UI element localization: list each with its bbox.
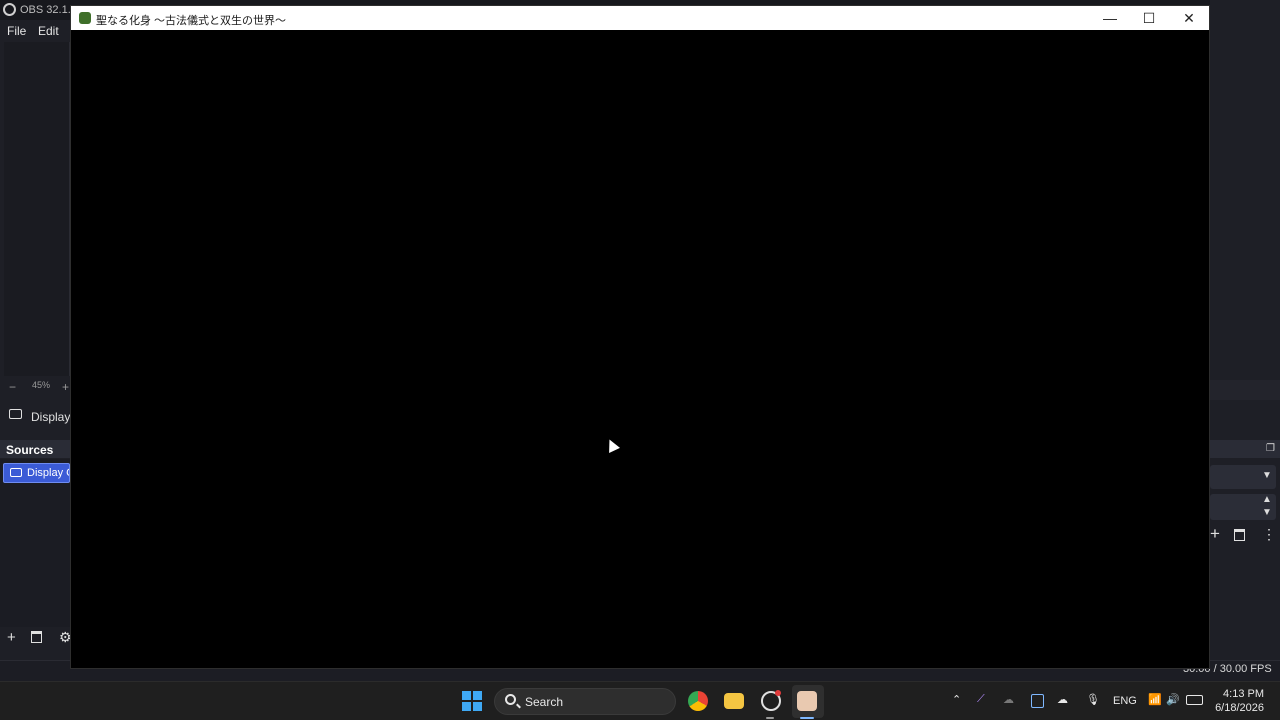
obs-right-panel: ❐ ▼ ▲ ▼ + ⋮ <box>1210 0 1280 681</box>
panel-strip <box>1210 380 1280 400</box>
chevron-up-icon[interactable]: ▲ <box>1262 494 1272 505</box>
game-window[interactable]: 聖なる化身 ～古法儀式と双生の世界～ — ☐ ✕ <box>70 5 1210 669</box>
undock-icon[interactable]: ❐ <box>1266 443 1275 454</box>
chevron-up-icon[interactable]: ⌃ <box>952 693 961 706</box>
game-taskbar-icon[interactable] <box>797 691 817 711</box>
volume-icon[interactable]: 🔊 <box>1166 693 1180 706</box>
maximize-button[interactable]: ☐ <box>1129 6 1169 30</box>
sources-dock-header: Sources <box>0 440 70 458</box>
dock-header: ❐ <box>1210 440 1280 458</box>
clock-date: 6/18/2026 <box>1215 702 1264 714</box>
source-toolbar-label[interactable]: Display <box>31 410 70 424</box>
search-label: Search <box>525 695 564 709</box>
game-title-bar[interactable]: 聖なる化身 ～古法儀式と双生の世界～ — ☐ ✕ <box>71 6 1209 30</box>
add-icon[interactable]: + <box>1210 524 1220 544</box>
taskbar-search[interactable]: Search <box>494 688 676 715</box>
monitor-icon <box>9 409 22 419</box>
zoom-level: 45% <box>32 380 51 390</box>
spinbox[interactable]: ▲ ▼ <box>1210 494 1276 520</box>
obs-preview-area <box>4 42 70 376</box>
obs-title: OBS 32.1.2 <box>20 4 77 16</box>
chrome-icon[interactable] <box>688 691 708 711</box>
game-title: 聖なる化身 ～古法儀式と双生の世界～ <box>96 15 287 27</box>
source-item-label: Display C <box>27 467 70 479</box>
add-source-icon[interactable]: + <box>7 629 16 646</box>
sources-title: Sources <box>6 443 54 457</box>
close-button[interactable]: ✕ <box>1169 6 1209 30</box>
taskbar: Search ⌃ ⟋ ☁ ☁ 🎙 ENG 📶 🔊 4:13 PM 6/18/20… <box>0 681 1280 720</box>
system-clock[interactable]: 4:13 PM 6/18/2026 <box>1215 687 1264 715</box>
onedrive-icon[interactable]: ☁ <box>1057 693 1068 706</box>
wifi-icon[interactable]: 📶 <box>1148 693 1162 706</box>
battery-icon[interactable] <box>1186 695 1203 705</box>
minimize-button[interactable]: — <box>1090 6 1130 30</box>
chevron-down-icon: ▼ <box>1262 470 1272 481</box>
source-toolbar: Display <box>0 404 70 428</box>
game-app-icon <box>79 12 91 24</box>
menu-file[interactable]: File <box>7 24 26 38</box>
recording-badge-icon <box>775 690 781 696</box>
sources-list: Display C <box>0 459 70 627</box>
monitor-icon <box>10 468 22 477</box>
running-indicator <box>766 717 774 719</box>
source-item-display-capture[interactable]: Display C <box>3 463 70 483</box>
active-indicator <box>800 717 814 719</box>
more-options-icon[interactable]: ⋮ <box>1262 526 1276 543</box>
zoom-out-button[interactable]: − <box>9 380 16 394</box>
file-explorer-icon[interactable] <box>724 693 744 709</box>
trash-icon[interactable] <box>1234 529 1245 541</box>
windows-start-icon[interactable] <box>462 691 482 711</box>
chevron-down-icon[interactable]: ▼ <box>1262 507 1272 518</box>
sources-toolbar: + ⚙ <box>0 628 72 650</box>
game-viewport[interactable] <box>71 30 1209 668</box>
pen-icon[interactable]: ⟋ <box>977 693 985 706</box>
trash-icon[interactable] <box>31 631 42 643</box>
notepad-icon[interactable] <box>1031 694 1044 708</box>
zoom-in-button[interactable]: + <box>62 380 69 394</box>
clock-time: 4:13 PM <box>1223 688 1264 700</box>
dropdown-select[interactable]: ▼ <box>1210 465 1276 489</box>
language-indicator[interactable]: ENG <box>1113 695 1137 707</box>
menu-edit[interactable]: Edit <box>38 24 59 38</box>
microphone-icon[interactable]: 🎙 <box>1086 693 1100 706</box>
cloud-offline-icon[interactable]: ☁ <box>1003 693 1014 706</box>
search-icon <box>505 694 516 705</box>
obs-logo-icon <box>3 3 16 16</box>
